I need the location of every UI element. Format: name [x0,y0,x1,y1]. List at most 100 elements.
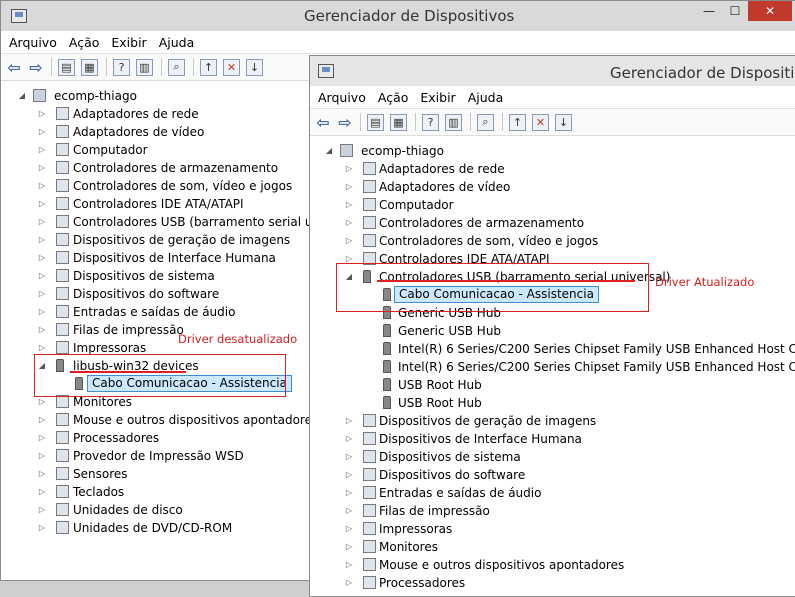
device-category-icon [56,251,69,264]
view-icon[interactable]: ▥ [445,113,462,131]
menu-ajuda[interactable]: Ajuda [468,90,504,105]
expand-arrow-icon[interactable]: ▷ [37,123,47,141]
expand-arrow-icon[interactable]: ▷ [37,231,47,249]
expand-arrow-icon[interactable]: ▷ [344,412,354,430]
menu-ajuda[interactable]: Ajuda [159,35,195,50]
expand-arrow-icon[interactable]: ▷ [37,267,47,285]
menu-arquivo[interactable]: Arquivo [9,35,57,50]
expand-arrow-icon[interactable]: ▷ [37,159,47,177]
tree-category-item[interactable]: ▷ Computador [310,196,795,214]
expand-arrow-icon[interactable]: ▷ [37,411,47,429]
menu-arquivo[interactable]: Arquivo [318,90,366,105]
scan-hardware-icon[interactable]: ⌕ [477,113,494,131]
collapse-arrow-icon[interactable]: ◢ [324,142,334,160]
tree-category-item[interactable]: ▷ Dispositivos de Interface Humana [310,430,795,448]
close-button[interactable]: ✕ [748,1,792,21]
menu-exibir[interactable]: Exibir [111,35,146,50]
help-icon[interactable]: ? [113,58,130,76]
tree-root[interactable]: ◢ ecomp-thiago [1,87,301,105]
device-category-icon [56,143,69,156]
expand-arrow-icon[interactable]: ▷ [344,538,354,556]
tree-category-item[interactable]: ▷ Filas de impressão [310,502,795,520]
expand-arrow-icon[interactable]: ▷ [37,303,47,321]
expand-arrow-icon[interactable]: ▷ [37,195,47,213]
tree-child-item[interactable]: USB Root Hub [310,394,795,412]
expand-arrow-icon[interactable]: ▷ [37,105,47,123]
disable-device-icon[interactable]: ↓ [555,113,572,131]
expand-arrow-icon[interactable]: ▷ [344,448,354,466]
tree-category-item[interactable]: ▷ Adaptadores de rede [310,160,795,178]
expand-arrow-icon[interactable]: ▷ [344,160,354,178]
menu-acao[interactable]: Ação [378,90,409,105]
tree-category-item[interactable]: ▷ Impressoras [310,520,795,538]
tree-category-item[interactable]: ▷ Mouse e outros dispositivos apontadores [310,556,795,574]
expand-arrow-icon[interactable]: ▷ [37,465,47,483]
menu-exibir[interactable]: Exibir [420,90,455,105]
forward-arrow-icon[interactable]: ⇨ [27,58,45,77]
tree-child-item[interactable]: Generic USB Hub [310,322,795,340]
uninstall-device-icon[interactable]: ✕ [532,113,549,131]
tree-category-item[interactable]: ▷ Controladores de som, vídeo e jogos [310,232,795,250]
expand-arrow-icon[interactable]: ▷ [37,519,47,537]
expand-arrow-icon[interactable]: ▷ [344,484,354,502]
update-driver-icon[interactable]: ↑ [200,58,217,76]
properties-icon[interactable]: ▦ [390,113,407,131]
tree-category-item[interactable]: ▷ Processadores [310,574,795,592]
expand-arrow-icon[interactable]: ▷ [37,141,47,159]
expand-arrow-icon[interactable]: ▷ [37,447,47,465]
tree-category-item[interactable]: ▷ Dispositivos do software [310,466,795,484]
back-arrow-icon[interactable]: ⇦ [314,113,332,132]
expand-arrow-icon[interactable]: ▷ [37,501,47,519]
tree-category-item[interactable]: ▷ Monitores [310,538,795,556]
expand-arrow-icon[interactable]: ▷ [37,285,47,303]
expand-arrow-icon[interactable]: ▷ [37,213,47,231]
tree-item-label: Dispositivos de Interface Humana [379,432,582,446]
device-category-icon [363,576,376,589]
device-category-icon [56,197,69,210]
maximize-button[interactable]: ☐ [722,1,748,21]
expand-arrow-icon[interactable]: ▷ [344,214,354,232]
tree-item-label: Teclados [73,485,125,499]
expand-arrow-icon[interactable]: ▷ [344,196,354,214]
update-driver-icon[interactable]: ↑ [509,113,526,131]
expand-arrow-icon[interactable]: ▷ [344,574,354,592]
device-category-icon [56,179,69,192]
expand-arrow-icon[interactable]: ▷ [344,556,354,574]
expand-arrow-icon[interactable]: ▷ [344,232,354,250]
expand-arrow-icon[interactable]: ▷ [344,466,354,484]
tree-item-label: Adaptadores de vídeo [379,180,511,194]
view-icon[interactable]: ▥ [136,58,153,76]
tree-child-item[interactable]: USB Root Hub [310,376,795,394]
properties-icon[interactable]: ▦ [81,58,98,76]
tree-category-item[interactable]: ▷ Adaptadores de vídeo [310,178,795,196]
tree-child-item[interactable]: Intel(R) 6 Series/C200 Series Chipset Fa… [310,358,795,376]
expand-arrow-icon[interactable]: ▷ [344,430,354,448]
expand-arrow-icon[interactable]: ▷ [344,520,354,538]
expand-arrow-icon[interactable]: ▷ [37,429,47,447]
expand-arrow-icon[interactable]: ▷ [37,321,47,339]
disable-device-icon[interactable]: ↓ [246,58,263,76]
tree-category-item[interactable]: ▷ Dispositivos de sistema [310,448,795,466]
tree-root[interactable]: ◢ ecomp-thiago [310,142,790,160]
show-hide-console-tree-icon[interactable]: ▤ [58,58,75,76]
usb-device-icon [383,378,391,391]
expand-arrow-icon[interactable]: ▷ [37,177,47,195]
expand-arrow-icon[interactable]: ▷ [37,483,47,501]
show-hide-console-tree-icon[interactable]: ▤ [367,113,384,131]
uninstall-device-icon[interactable]: ✕ [223,58,240,76]
expand-arrow-icon[interactable]: ▷ [344,502,354,520]
expand-arrow-icon[interactable]: ▷ [344,178,354,196]
scan-hardware-icon[interactable]: ⌕ [168,58,185,76]
help-icon[interactable]: ? [422,113,439,131]
menu-acao[interactable]: Ação [69,35,100,50]
device-manager-app-icon [11,9,27,23]
back-arrow-icon[interactable]: ⇦ [5,58,23,77]
tree-category-item[interactable]: ▷ Controladores de armazenamento [310,214,795,232]
expand-arrow-icon[interactable]: ▷ [37,249,47,267]
minimize-button[interactable]: — [696,1,722,21]
forward-arrow-icon[interactable]: ⇨ [336,113,354,132]
tree-child-item[interactable]: Intel(R) 6 Series/C200 Series Chipset Fa… [310,340,795,358]
collapse-arrow-icon[interactable]: ◢ [17,87,27,105]
tree-category-item[interactable]: ▷ Dispositivos de geração de imagens [310,412,795,430]
tree-category-item[interactable]: ▷ Entradas e saídas de áudio [310,484,795,502]
